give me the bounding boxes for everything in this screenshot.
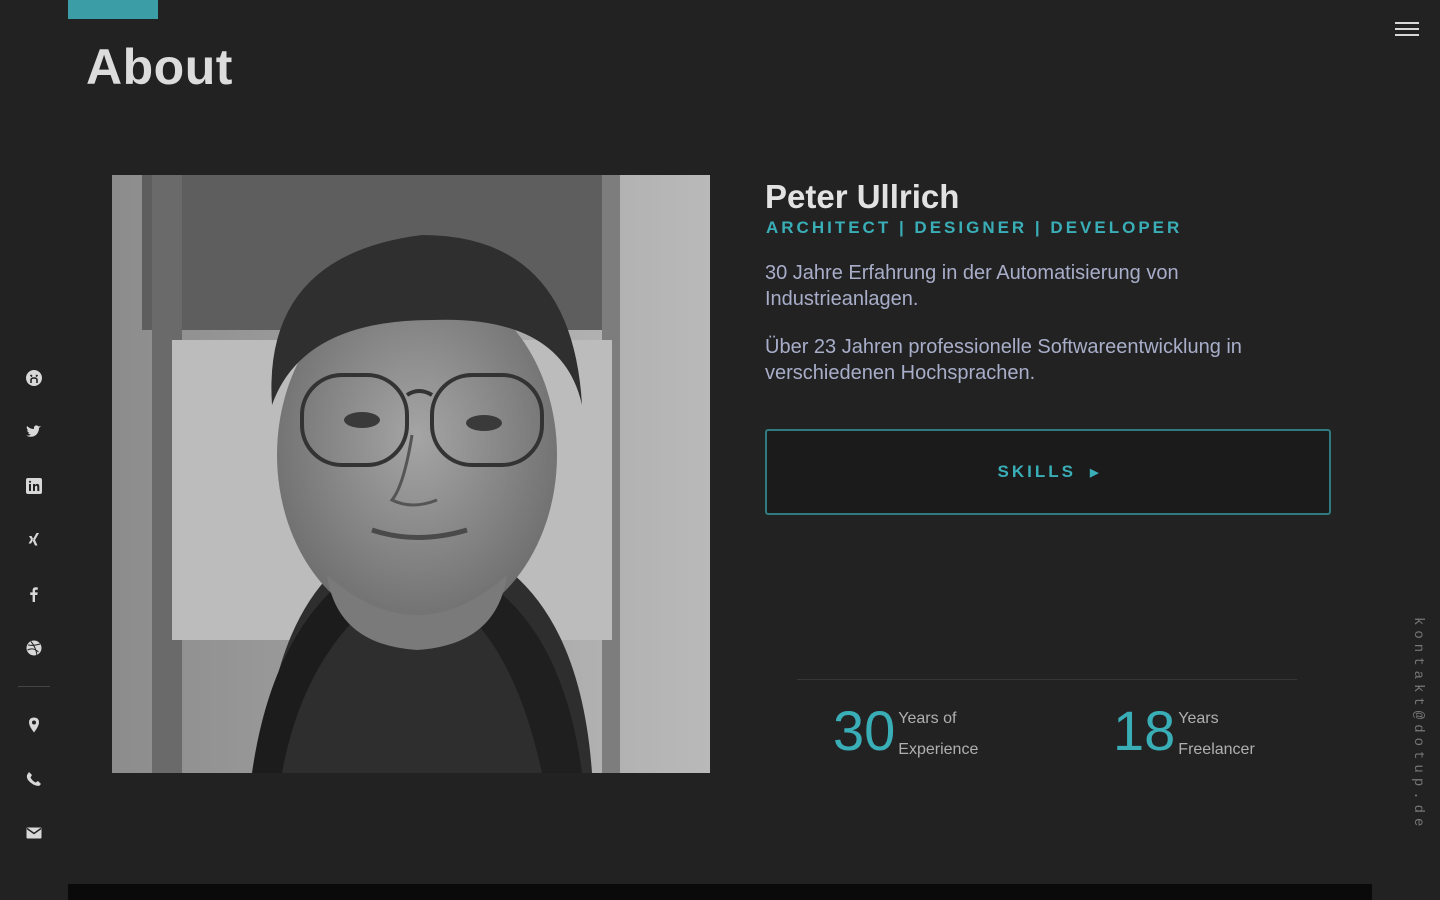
phone-icon[interactable] [18,763,50,795]
page-title: About [86,39,233,95]
stat-freelancer: 18 Years Freelancer [1113,703,1255,765]
bio-paragraph: 30 Jahre Erfahrung in der Automatisierun… [765,262,1179,310]
linkedin-icon[interactable] [18,470,50,502]
stat-value: 30 [833,699,896,762]
stat-value: 18 [1113,699,1176,762]
location-icon[interactable] [18,709,50,741]
stat-experience: 30 Years of Experience [833,703,978,765]
skills-button[interactable]: SKILLS ▶ [765,429,1331,515]
facebook-icon[interactable] [18,578,50,610]
github-icon[interactable] [18,362,50,394]
profile-roles: ARCHITECT | DESIGNER | DEVELOPER [766,218,1183,237]
bio-paragraph: Über 23 Jahren professionelle Softwareen… [765,336,1242,384]
twitter-icon[interactable] [18,416,50,448]
mail-icon[interactable] [18,817,50,849]
dribbble-icon[interactable] [18,632,50,664]
stat-label: Years Freelancer [1178,710,1255,758]
xing-icon[interactable] [18,524,50,556]
skills-button-label: SKILLS [997,462,1076,481]
stats-divider [797,679,1297,680]
social-sidebar [18,362,50,871]
profile-name: Peter Ullrich [765,178,960,215]
sidebar-divider [18,686,50,687]
caret-right-icon: ▶ [1089,466,1099,479]
stat-label: Years of Experience [898,710,979,758]
accent-tab [68,0,158,19]
profile-photo [112,175,710,773]
next-section-preview [68,884,1372,900]
contact-email-link[interactable]: kontakt@dotup.de [1410,617,1426,831]
hamburger-menu-icon[interactable] [1395,18,1419,38]
